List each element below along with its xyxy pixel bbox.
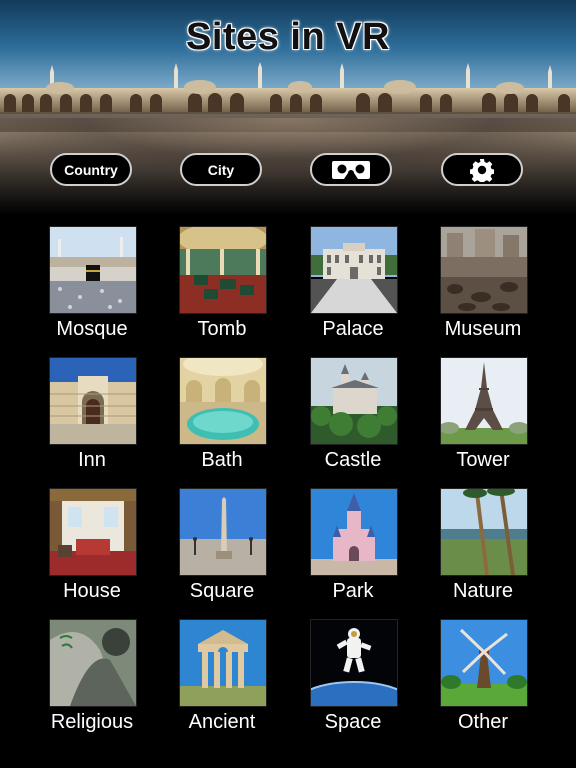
category-label: Square — [189, 580, 255, 602]
nature-thumbnail — [440, 488, 528, 576]
category-label: Palace — [322, 318, 384, 340]
category-other[interactable]: Other — [418, 619, 548, 749]
category-space[interactable]: Space — [288, 619, 418, 749]
inn-thumbnail — [49, 357, 137, 445]
category-label: Bath — [201, 449, 243, 471]
museum-thumbnail — [440, 226, 528, 314]
category-label: Other — [457, 711, 509, 733]
category-label: Nature — [452, 580, 514, 602]
category-ancient[interactable]: Ancient — [157, 619, 287, 749]
tomb-thumbnail — [179, 226, 267, 314]
category-castle[interactable]: Castle — [288, 357, 418, 487]
category-tower[interactable]: Tower — [418, 357, 548, 487]
app-title: Sites in VR — [186, 16, 390, 58]
ancient-thumbnail — [179, 619, 267, 707]
vr-headset-icon — [332, 160, 370, 179]
vr-mode-button[interactable] — [310, 153, 392, 186]
category-museum[interactable]: Museum — [418, 226, 548, 356]
category-palace[interactable]: Palace — [288, 226, 418, 356]
category-label: Tomb — [197, 318, 247, 340]
settings-button[interactable] — [441, 153, 523, 186]
category-park[interactable]: Park — [288, 488, 418, 618]
gear-icon — [470, 158, 494, 182]
category-tomb[interactable]: Tomb — [157, 226, 287, 356]
mosque-thumbnail — [49, 226, 137, 314]
category-label: Ancient — [188, 711, 256, 733]
category-label: Space — [324, 711, 382, 733]
category-label: Museum — [444, 318, 522, 340]
country-button-label: Country — [64, 161, 118, 178]
city-button[interactable]: City — [180, 153, 262, 186]
category-label: Mosque — [56, 318, 128, 340]
city-button-label: City — [207, 161, 235, 178]
tower-thumbnail — [440, 357, 528, 445]
category-bath[interactable]: Bath — [157, 357, 287, 487]
square-thumbnail — [179, 488, 267, 576]
category-label: Tower — [456, 449, 510, 471]
category-label: Religious — [50, 711, 134, 733]
category-label: Castle — [324, 449, 382, 471]
category-religious[interactable]: Religious — [27, 619, 157, 749]
house-thumbnail — [49, 488, 137, 576]
religious-thumbnail — [49, 619, 137, 707]
castle-thumbnail — [310, 357, 398, 445]
category-inn[interactable]: Inn — [27, 357, 157, 487]
category-label: Park — [332, 580, 374, 602]
other-thumbnail — [440, 619, 528, 707]
category-square[interactable]: Square — [157, 488, 287, 618]
category-label: Inn — [78, 449, 106, 471]
category-nature[interactable]: Nature — [418, 488, 548, 618]
country-button[interactable]: Country — [50, 153, 132, 186]
category-label: House — [63, 580, 121, 602]
park-thumbnail — [310, 488, 398, 576]
category-house[interactable]: House — [27, 488, 157, 618]
bath-thumbnail — [179, 357, 267, 445]
palace-thumbnail — [310, 226, 398, 314]
category-mosque[interactable]: Mosque — [27, 226, 157, 356]
space-thumbnail — [310, 619, 398, 707]
